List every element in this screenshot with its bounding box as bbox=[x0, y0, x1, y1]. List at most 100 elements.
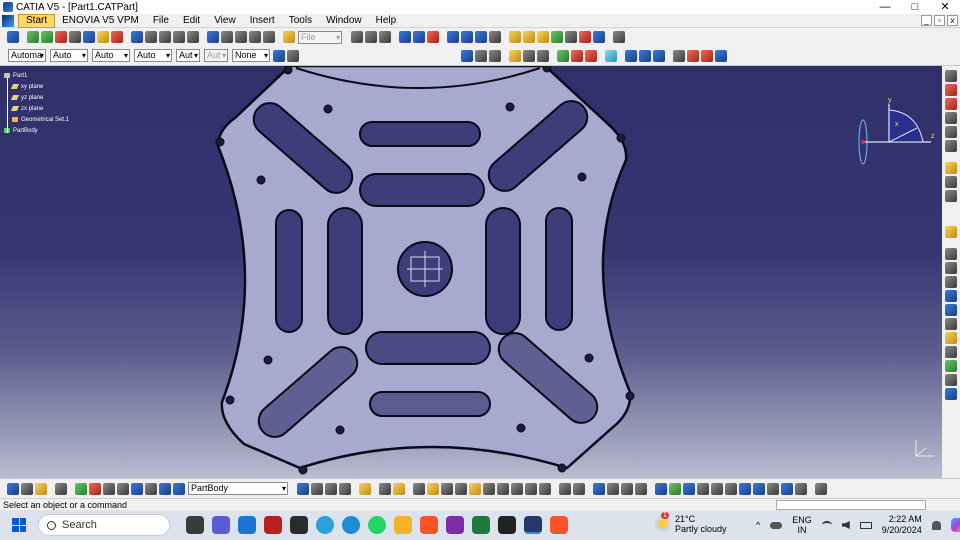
remove-icon[interactable] bbox=[687, 49, 699, 62]
menu-insert[interactable]: Insert bbox=[243, 14, 282, 28]
cursor-icon[interactable] bbox=[945, 226, 957, 238]
rib-icon[interactable] bbox=[579, 31, 591, 43]
brave-icon[interactable] bbox=[420, 516, 438, 534]
manipulate-icon[interactable] bbox=[55, 31, 67, 43]
shell-icon[interactable] bbox=[523, 49, 535, 62]
thickness-icon[interactable] bbox=[537, 49, 549, 62]
turn-head-icon[interactable] bbox=[635, 482, 647, 495]
slot-left-1[interactable] bbox=[275, 209, 303, 333]
whatsapp-icon[interactable] bbox=[368, 516, 386, 534]
mount-hole[interactable] bbox=[557, 463, 567, 473]
file-combo[interactable]: File bbox=[298, 30, 342, 44]
file-explorer-icon[interactable] bbox=[394, 516, 412, 534]
annotation-icon[interactable] bbox=[945, 162, 957, 174]
slot-top-1[interactable] bbox=[359, 121, 481, 147]
analysis-icon[interactable] bbox=[447, 31, 459, 43]
boolean-icon[interactable] bbox=[673, 49, 685, 62]
open-file-icon[interactable] bbox=[283, 31, 295, 43]
scaling-icon[interactable] bbox=[653, 49, 665, 62]
pattern-icon[interactable] bbox=[625, 49, 637, 62]
zoom-in-icon[interactable] bbox=[697, 482, 709, 495]
swap-visible-icon[interactable] bbox=[795, 482, 807, 495]
thick-surface-icon[interactable] bbox=[571, 49, 583, 62]
menu-view[interactable]: View bbox=[207, 14, 243, 28]
law-icon[interactable] bbox=[173, 31, 185, 43]
lock-icon[interactable] bbox=[35, 482, 47, 495]
tree-node-partbody[interactable]: PartBody bbox=[4, 125, 69, 136]
battery-icon[interactable] bbox=[859, 521, 872, 529]
cut-icon[interactable] bbox=[469, 482, 481, 495]
transparency-combo[interactable]: Auto bbox=[50, 49, 88, 62]
undo-bottom-icon[interactable] bbox=[511, 482, 523, 495]
mount-hole[interactable] bbox=[298, 465, 308, 475]
frame-render-icon[interactable] bbox=[815, 482, 827, 495]
tree-node-geometrical-set[interactable]: Geometrical Set.1 bbox=[12, 114, 69, 125]
plane-icon[interactable] bbox=[379, 31, 391, 43]
print-icon[interactable] bbox=[55, 482, 67, 495]
doc-restore-button[interactable]: ▫ bbox=[934, 15, 945, 26]
body-selector-combo[interactable]: PartBody bbox=[188, 482, 288, 495]
mirror-icon[interactable] bbox=[605, 49, 617, 62]
mount-hole[interactable] bbox=[505, 102, 515, 112]
excel-icon[interactable] bbox=[472, 516, 490, 534]
mount-hole[interactable] bbox=[542, 66, 552, 73]
formula-icon[interactable] bbox=[131, 31, 143, 43]
constraint-icon[interactable] bbox=[97, 31, 109, 43]
polyline-icon[interactable] bbox=[413, 31, 425, 43]
grid-icon[interactable] bbox=[461, 31, 473, 43]
comment-icon[interactable] bbox=[573, 482, 585, 495]
pocket-icon[interactable] bbox=[523, 31, 535, 43]
insert-body-icon[interactable] bbox=[131, 482, 143, 495]
constraint-icon[interactable] bbox=[945, 98, 957, 110]
profile-icon[interactable] bbox=[945, 126, 957, 138]
draft-icon[interactable] bbox=[509, 49, 521, 62]
catalog-icon[interactable] bbox=[207, 31, 219, 43]
task-view-icon[interactable] bbox=[186, 516, 204, 534]
linetype-combo[interactable]: Auto bbox=[134, 49, 172, 62]
menu-start[interactable]: Start bbox=[18, 13, 56, 28]
properties-icon[interactable] bbox=[287, 49, 299, 62]
reference-icon[interactable] bbox=[945, 112, 957, 124]
app-red-icon[interactable] bbox=[264, 516, 282, 534]
section-icon[interactable] bbox=[945, 276, 957, 288]
teams-icon[interactable] bbox=[212, 516, 230, 534]
telegram-icon[interactable] bbox=[316, 516, 334, 534]
redo-icon[interactable] bbox=[263, 31, 275, 43]
shading-icon[interactable] bbox=[475, 49, 487, 62]
color-combo[interactable]: Automa bbox=[8, 49, 46, 62]
rotate-view-icon[interactable] bbox=[683, 482, 695, 495]
check-icon[interactable] bbox=[945, 360, 957, 372]
shading-bottom-icon[interactable] bbox=[767, 482, 779, 495]
tree-node-zx-plane[interactable]: zx plane bbox=[10, 103, 69, 114]
terminal-icon[interactable] bbox=[498, 516, 516, 534]
point-icon[interactable] bbox=[351, 31, 363, 43]
maximize-button[interactable]: □ bbox=[900, 0, 930, 14]
close-surface-icon[interactable] bbox=[585, 49, 597, 62]
save-icon[interactable] bbox=[441, 482, 453, 495]
shaft-icon[interactable] bbox=[537, 31, 549, 43]
knowledge-icon[interactable] bbox=[145, 31, 157, 43]
menu-tools[interactable]: Tools bbox=[282, 14, 319, 28]
fit-all-icon[interactable] bbox=[489, 31, 501, 43]
exit-workbench-icon[interactable] bbox=[945, 84, 957, 96]
mount-hole[interactable] bbox=[283, 66, 293, 75]
windows-start-icon[interactable] bbox=[12, 518, 26, 532]
copilot-icon[interactable] bbox=[950, 518, 960, 532]
apply-material-icon[interactable] bbox=[715, 49, 727, 62]
undo-icon[interactable] bbox=[249, 31, 261, 43]
capture-icon[interactable] bbox=[945, 248, 957, 260]
mount-hole[interactable] bbox=[616, 133, 626, 143]
volume-icon[interactable] bbox=[841, 521, 850, 529]
intersect-icon[interactable] bbox=[701, 49, 713, 62]
format-painter-icon[interactable] bbox=[273, 49, 285, 62]
new-icon[interactable] bbox=[413, 482, 425, 495]
rotate-icon[interactable] bbox=[607, 482, 619, 495]
notification-bell-icon[interactable] bbox=[931, 520, 941, 530]
geometry-set-icon[interactable] bbox=[173, 482, 185, 495]
render-icon[interactable] bbox=[461, 49, 473, 62]
mount-hole[interactable] bbox=[335, 425, 345, 435]
menu-file[interactable]: File bbox=[146, 14, 176, 28]
thread-icon[interactable] bbox=[339, 482, 351, 495]
normal-view-icon[interactable] bbox=[725, 482, 737, 495]
groove-icon[interactable] bbox=[551, 31, 563, 43]
